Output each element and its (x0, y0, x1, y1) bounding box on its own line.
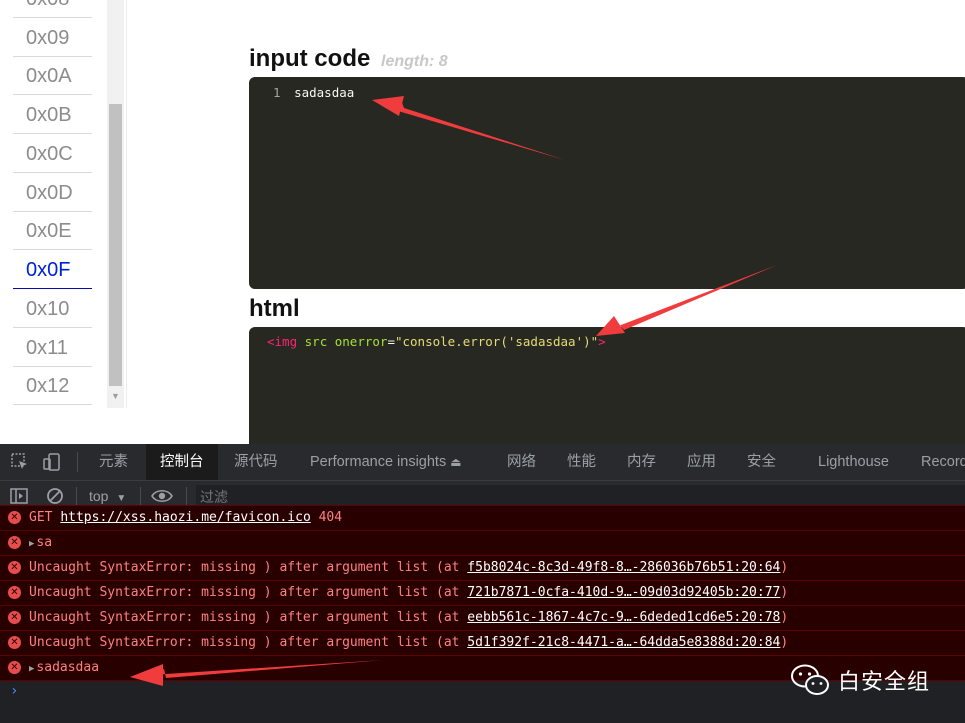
divider (140, 487, 141, 505)
tab-sources[interactable]: 源代码 (234, 444, 278, 480)
console-message-text: Uncaught SyntaxError: missing ) after ar… (29, 560, 468, 575)
error-icon: ✕ (8, 536, 21, 549)
level-item[interactable]: 0x0D (13, 174, 92, 212)
console-error-row: ✕ Uncaught SyntaxError: missing ) after … (0, 555, 965, 580)
expand-triangle-icon[interactable]: ▶ (29, 539, 34, 549)
console-message-prefix: GET (29, 510, 61, 525)
level-item[interactable]: 0x0E (13, 212, 92, 250)
html-attr-src: src (304, 334, 328, 349)
divider (76, 487, 77, 505)
live-expression-eye-icon[interactable] (151, 486, 173, 506)
devtools-tabbar: 元素 控制台 源代码 Performance insights ⏏ 网络 性能 … (0, 444, 965, 481)
dropdown-arrow-icon: ▼ (116, 493, 127, 504)
divider (186, 487, 187, 505)
input-code-title: input code (249, 45, 371, 72)
error-icon: ✕ (8, 561, 21, 574)
input-code-heading: input code length: 8 (249, 45, 448, 73)
level-item[interactable]: 0x12 (13, 367, 92, 405)
console-prompt[interactable]: › (10, 683, 18, 699)
console-message-suffix: ) (780, 610, 789, 625)
input-code-editor[interactable]: 1 sadasdaa (249, 77, 965, 289)
tab-performance-insights-label: Performance insights (310, 454, 447, 470)
scrollbar-thumb[interactable] (109, 104, 122, 386)
tab-application[interactable]: 应用 (687, 444, 716, 480)
console-source-link[interactable]: https://xss.haozi.me/favicon.ico (60, 510, 310, 525)
input-code-text[interactable]: sadasdaa (294, 85, 354, 100)
console-source-link[interactable]: eebb561c-1867-4c7c-9…-6deded1cd6e5:20:78 (467, 610, 780, 625)
sidebar-toggle-icon[interactable] (9, 486, 29, 506)
level-item[interactable]: 0x09 (13, 19, 92, 57)
line-number: 1 (273, 85, 281, 100)
html-tag-open: <img (267, 334, 298, 349)
html-eq: = (387, 334, 395, 349)
console-message-text: sa (36, 535, 53, 550)
console-message-text: sadasdaa (36, 660, 100, 675)
tab-network[interactable]: 网络 (507, 444, 536, 480)
console-message-text: Uncaught SyntaxError: missing ) after ar… (29, 585, 468, 600)
html-output-editor: <img src onerror="console.error('sadasda… (249, 327, 965, 444)
level-item[interactable]: 0x0B (13, 96, 92, 134)
level-list: 0x08 0x09 0x0A 0x0B 0x0C 0x0D 0x0E 0x0F … (0, 0, 127, 408)
console-message-suffix: ) (780, 585, 789, 600)
tab-performance[interactable]: 性能 (567, 444, 596, 480)
level-item[interactable]: 0x10 (13, 290, 92, 328)
console-source-link[interactable]: f5b8024c-8c3d-49f8-8…-286036b76b51:20:64 (467, 560, 780, 575)
divider (77, 452, 78, 472)
level-item[interactable]: 0x0A (13, 57, 92, 95)
console-message-text: Uncaught SyntaxError: missing ) after ar… (29, 635, 468, 650)
console-error-row[interactable]: ✕ ▶ sa (0, 530, 965, 555)
tab-security[interactable]: 安全 (747, 444, 776, 480)
console-message-text: Uncaught SyntaxError: missing ) after ar… (29, 610, 468, 625)
length-label: length: 8 (381, 53, 448, 70)
console-error-row: ✕ Uncaught SyntaxError: missing ) after … (0, 605, 965, 630)
level-item[interactable]: 0x08 (13, 0, 92, 18)
context-selector-value: top (89, 488, 109, 504)
tab-performance-insights[interactable]: Performance insights ⏏ (310, 444, 462, 480)
watermark: 白安全组 (790, 662, 930, 698)
tab-recorder[interactable]: Recorder (921, 444, 965, 480)
page-content: 0x08 0x09 0x0A 0x0B 0x0C 0x0D 0x0E 0x0F … (0, 0, 965, 444)
console-message-suffix: 404 (310, 510, 343, 525)
level-item[interactable]: 0x11 (13, 329, 92, 367)
console-source-link[interactable]: 721b7871-0cfa-410d-9…-09d03d92405b:20:77 (467, 585, 780, 600)
error-icon: ✕ (8, 636, 21, 649)
error-icon: ✕ (8, 611, 21, 624)
console-error-row: ✕ Uncaught SyntaxError: missing ) after … (0, 580, 965, 605)
device-toolbar-icon[interactable] (42, 452, 62, 472)
beaker-icon: ⏏ (450, 455, 462, 469)
scroll-down-arrow-icon[interactable]: ▼ (107, 388, 124, 404)
error-icon: ✕ (8, 586, 21, 599)
console-error-row: ✕ Uncaught SyntaxError: missing ) after … (0, 630, 965, 655)
error-icon: ✕ (8, 661, 21, 674)
html-tag-close: > (598, 334, 606, 349)
clear-console-icon[interactable] (45, 486, 65, 506)
html-attr-value: "console.error('sadasdaa')" (394, 334, 599, 349)
watermark-text: 白安全组 (838, 670, 931, 695)
level-item[interactable]: 0x0C (13, 135, 92, 173)
console-error-row: ✕ GET https://xss.haozi.me/favicon.ico 4… (0, 505, 965, 530)
tab-memory[interactable]: 内存 (627, 444, 656, 480)
console-source-link[interactable]: 5d1f392f-21c8-4471-a…-64dda5e8388d:20:84 (467, 635, 780, 650)
tab-elements[interactable]: 元素 (99, 444, 128, 480)
html-heading: html (249, 295, 300, 322)
wechat-icon (791, 664, 829, 695)
error-icon: ✕ (8, 511, 21, 524)
expand-triangle-icon[interactable]: ▶ (29, 664, 34, 674)
console-message-suffix: ) (780, 635, 789, 650)
level-item-active[interactable]: 0x0F (13, 251, 92, 289)
inspect-element-icon[interactable] (10, 452, 30, 472)
tab-console[interactable]: 控制台 (146, 444, 218, 480)
html-attr-onerror: onerror (334, 334, 388, 349)
console-message-suffix: ) (780, 560, 789, 575)
tab-lighthouse[interactable]: Lighthouse (818, 444, 889, 480)
